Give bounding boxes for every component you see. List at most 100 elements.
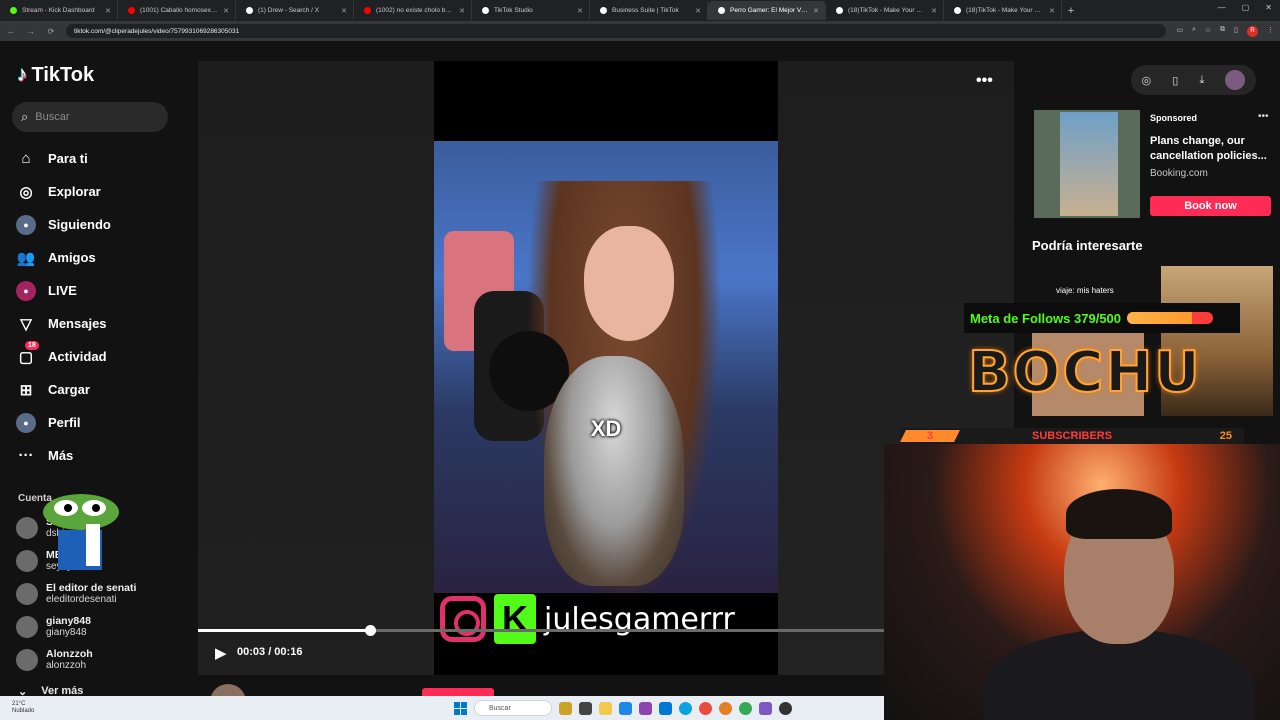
nav-item[interactable]: ● Siguiendo (16, 208, 111, 241)
browser-tab[interactable]: TikTok Studio ✕ (472, 1, 590, 20)
account-item[interactable]: Alonzzoh alonzzoh (16, 648, 93, 672)
maximize-icon[interactable]: ▢ (1242, 3, 1250, 12)
nav-item[interactable]: ▽ Mensajes (16, 307, 111, 340)
close-window-icon[interactable]: ✕ (1265, 3, 1272, 12)
reload-icon[interactable]: ⟳ (46, 27, 56, 36)
nav-label: Para ti (48, 151, 88, 166)
url-field[interactable]: tiktok.com/@cliperadejules/video/7579931… (66, 24, 1167, 38)
tab-close-icon[interactable]: ✕ (105, 7, 111, 15)
compass-icon[interactable]: ◎ (1142, 74, 1152, 87)
account-handle: alonzzoh (46, 660, 87, 671)
person-face (584, 226, 674, 341)
account-avatar (16, 550, 38, 572)
zoom-icon[interactable]: ⌕ (1192, 26, 1196, 37)
app-icon[interactable] (659, 701, 672, 715)
windows-start-icon[interactable] (454, 701, 467, 715)
nav-item[interactable]: ● Perfil (16, 406, 111, 439)
bookmark-star-icon[interactable]: ☆ (1205, 26, 1211, 37)
minimize-icon[interactable]: — (1218, 3, 1226, 12)
book-now-button[interactable]: Book now (1150, 196, 1271, 216)
taskbar-search[interactable]: Buscar (474, 700, 552, 716)
follow-goal-overlay: Meta de Follows 379/500 (964, 303, 1240, 333)
back-icon[interactable]: ← (6, 27, 16, 36)
chrome-icon[interactable] (719, 701, 732, 715)
more-options-icon[interactable]: ••• (976, 72, 993, 90)
chrome-icon[interactable] (739, 701, 752, 715)
new-tab-icon[interactable]: + (1062, 5, 1080, 17)
home-icon: ⌂ (21, 150, 31, 167)
app-icon[interactable] (559, 701, 572, 715)
nav-label: Mensajes (48, 316, 107, 331)
app-icon[interactable] (639, 701, 652, 715)
video-progress-bar[interactable] (198, 625, 884, 636)
taskbar-search-placeholder: Buscar (489, 704, 511, 712)
nav-item[interactable]: 👥 Amigos (16, 241, 111, 274)
follow-goal-bar (1127, 312, 1214, 324)
file-explorer-icon[interactable] (599, 701, 612, 715)
account-item[interactable]: El editor de senati eleditordesenati (16, 582, 136, 606)
nav-item[interactable]: ··· Más (16, 439, 111, 472)
sidebar-toggle-icon[interactable]: ▯ (1234, 26, 1238, 37)
browser-tab[interactable]: (1) Drew - Search / X ✕ (236, 1, 354, 20)
more-icon: ··· (18, 447, 34, 464)
tiktok-logo-icon: ♪ (17, 63, 28, 86)
nav-item[interactable]: ◎ Explorar (16, 175, 111, 208)
browser-tab[interactable]: Business Suite | TikTok ✕ (590, 1, 708, 20)
tab-close-icon[interactable]: ✕ (341, 7, 347, 15)
notification-badge: 18 (25, 341, 39, 350)
suggestions-title: Podría interesarte (1032, 238, 1143, 253)
search-placeholder: Buscar (35, 111, 70, 123)
live-icon: ● (16, 280, 36, 301)
extensions-icon[interactable]: ⧉ (1220, 26, 1225, 37)
cast-icon[interactable]: ▭ (1176, 26, 1183, 37)
tab-favicon-icon (364, 7, 371, 14)
browser-tab[interactable]: (18)TikTok - Make Your Day ✕ (826, 1, 944, 20)
tab-close-icon[interactable]: ✕ (223, 7, 229, 15)
browser-tab[interactable]: (18)TikTok - Make Your Day ✕ (944, 1, 1062, 20)
account-item[interactable]: giany848 giany848 (16, 615, 91, 639)
tab-close-icon[interactable]: ✕ (695, 7, 701, 15)
tab-close-icon[interactable]: ✕ (931, 7, 937, 15)
tab-title: (18)TikTok - Make Your Day (848, 7, 927, 14)
tab-title: (1) Drew - Search / X (258, 7, 320, 14)
phone-icon[interactable]: ▯ (1172, 74, 1178, 87)
obs-icon[interactable] (779, 701, 792, 715)
browser-tab[interactable]: (1001) Caballo homosexual de ✕ (118, 1, 236, 20)
chrome-icon[interactable] (699, 701, 712, 715)
app-icon[interactable] (579, 701, 592, 715)
app-icon[interactable] (759, 701, 772, 715)
weather-widget[interactable]: 21°C Nublado (12, 701, 72, 715)
menu-icon[interactable]: ⋮ (1267, 26, 1274, 37)
forward-icon[interactable]: → (26, 27, 36, 36)
taskbar-apps: Buscar (454, 700, 792, 716)
download-icon[interactable]: ⤓ (1199, 74, 1204, 87)
nav-item[interactable]: ▢ Actividad 18 (16, 340, 111, 373)
edge-icon[interactable] (679, 701, 692, 715)
tab-close-icon[interactable]: ✕ (459, 7, 465, 15)
play-icon[interactable]: ▶ (215, 644, 227, 662)
user-avatar[interactable] (1225, 70, 1246, 90)
following-avatar-icon: ● (16, 214, 36, 235)
nav-label: Más (48, 448, 74, 463)
video-content[interactable]: XD (434, 141, 778, 593)
nav-item[interactable]: ● LIVE (16, 274, 111, 307)
nav-item[interactable]: ⌂ Para ti (16, 142, 111, 175)
account-name: El editor de senati (46, 582, 137, 594)
browser-tab[interactable]: Perro Gamer: El Mejor Video de ✕ (708, 1, 826, 20)
nav-item[interactable]: ⊞ Cargar (16, 373, 111, 406)
profile-avatar-icon[interactable]: R (1247, 25, 1258, 37)
video-progress-knob[interactable] (364, 625, 376, 636)
compass-icon: ◎ (19, 183, 33, 201)
ad-thumbnail[interactable] (1034, 110, 1140, 218)
browser-tab[interactable]: Stream - Kick Dashboard ✕ (0, 1, 118, 20)
tiktok-logo[interactable]: ♪ TikTok (17, 63, 94, 87)
search-input[interactable]: ⌕ Buscar (12, 102, 168, 132)
tab-close-icon[interactable]: ✕ (1049, 7, 1055, 15)
app-icon[interactable] (619, 701, 632, 715)
tab-close-icon[interactable]: ✕ (813, 7, 819, 15)
browser-tab[interactable]: (1002) no existe cholo bueno - ✕ (354, 1, 472, 20)
ad-more-icon[interactable]: ••• (1258, 111, 1269, 122)
ad-image (1060, 112, 1118, 216)
nav-label: Amigos (48, 250, 96, 265)
tab-close-icon[interactable]: ✕ (577, 7, 583, 15)
